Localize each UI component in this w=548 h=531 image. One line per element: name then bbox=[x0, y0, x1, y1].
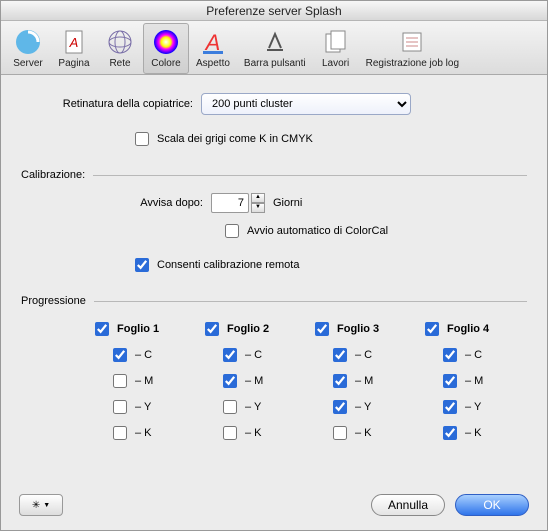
divider bbox=[93, 175, 527, 176]
window-title: Preferenze server Splash bbox=[1, 1, 547, 21]
warn-after-label: Avvisa dopo: bbox=[31, 197, 211, 209]
gear-icon: ✳︎ bbox=[32, 500, 40, 511]
chevron-down-icon[interactable]: ▼ bbox=[251, 203, 265, 213]
channel-label: – Y bbox=[135, 401, 151, 413]
sheet-3-checkbox[interactable] bbox=[315, 322, 329, 336]
sheet-1-k-checkbox[interactable] bbox=[113, 426, 127, 440]
channel-label: – M bbox=[245, 375, 263, 387]
sheet-2-m-checkbox[interactable] bbox=[223, 374, 237, 388]
channel-label: – C bbox=[355, 349, 372, 361]
progression-header: Progressione bbox=[21, 295, 86, 307]
toolbar-label: Lavori bbox=[322, 58, 349, 69]
toolbar-item-pagina[interactable]: A Pagina bbox=[51, 23, 97, 74]
grayscale-as-k-label: Scala dei grigi come K in CMYK bbox=[157, 133, 313, 145]
channel-label: – K bbox=[135, 427, 152, 439]
lavori-icon bbox=[320, 26, 352, 58]
retinatura-select[interactable]: 200 punti cluster bbox=[201, 93, 411, 115]
sheet-3-c-checkbox[interactable] bbox=[333, 348, 347, 362]
server-icon bbox=[12, 26, 44, 58]
reglog-icon bbox=[396, 26, 428, 58]
sheet-3-label: Foglio 3 bbox=[337, 323, 379, 335]
sheet-4-m-checkbox[interactable] bbox=[443, 374, 457, 388]
sheet-2-checkbox[interactable] bbox=[205, 322, 219, 336]
toolbar-label: Aspetto bbox=[196, 58, 230, 69]
sheet-3-k-checkbox[interactable] bbox=[333, 426, 347, 440]
channel-label: – Y bbox=[465, 401, 481, 413]
warn-after-stepper[interactable]: ▲ ▼ bbox=[251, 193, 265, 213]
toolbar-item-barra[interactable]: Barra pulsanti bbox=[237, 23, 313, 74]
progression-grid: Foglio 1 Foglio 2 Foglio 3 Foglio 4 – C – C – … bbox=[91, 319, 517, 443]
rete-icon bbox=[104, 26, 136, 58]
aspetto-icon: A bbox=[197, 26, 229, 58]
toolbar-item-reglog[interactable]: Registrazione job log bbox=[359, 23, 466, 74]
sheet-3-y-checkbox[interactable] bbox=[333, 400, 347, 414]
pagina-icon: A bbox=[58, 26, 90, 58]
channel-label: – Y bbox=[245, 401, 261, 413]
sheet-2-label: Foglio 2 bbox=[227, 323, 269, 335]
grayscale-as-k-checkbox[interactable] bbox=[135, 132, 149, 146]
sheet-1-checkbox[interactable] bbox=[95, 322, 109, 336]
chevron-down-icon: ▼ bbox=[43, 502, 50, 509]
toolbar-label: Colore bbox=[151, 58, 180, 69]
divider bbox=[94, 301, 527, 302]
sheet-1-y-checkbox[interactable] bbox=[113, 400, 127, 414]
toolbar-label: Rete bbox=[109, 58, 130, 69]
channel-label: – M bbox=[355, 375, 373, 387]
svg-text:A: A bbox=[69, 35, 79, 50]
auto-colorcal-checkbox[interactable] bbox=[225, 224, 239, 238]
channel-label: – C bbox=[465, 349, 482, 361]
warn-after-unit: Giorni bbox=[273, 197, 302, 209]
channel-label: – M bbox=[465, 375, 483, 387]
sheet-1-label: Foglio 1 bbox=[117, 323, 159, 335]
channel-label: – K bbox=[355, 427, 372, 439]
sheet-3-m-checkbox[interactable] bbox=[333, 374, 347, 388]
ok-button[interactable]: OK bbox=[455, 494, 529, 516]
retinatura-label: Retinatura della copiatrice: bbox=[31, 98, 201, 110]
sheet-2-k-checkbox[interactable] bbox=[223, 426, 237, 440]
toolbar: ServerAPaginaReteColoreAAspettoBarra pul… bbox=[1, 21, 547, 75]
sheet-1-c-checkbox[interactable] bbox=[113, 348, 127, 362]
calibration-header: Calibrazione: bbox=[21, 169, 85, 181]
toolbar-item-server[interactable]: Server bbox=[5, 23, 51, 74]
auto-colorcal-label: Avvio automatico di ColorCal bbox=[247, 225, 388, 237]
toolbar-label: Barra pulsanti bbox=[244, 58, 306, 69]
toolbar-label: Pagina bbox=[58, 58, 89, 69]
sheet-1-m-checkbox[interactable] bbox=[113, 374, 127, 388]
warn-after-input[interactable] bbox=[211, 193, 249, 213]
channel-label: – M bbox=[135, 375, 153, 387]
sheet-2-c-checkbox[interactable] bbox=[223, 348, 237, 362]
channel-label: – K bbox=[245, 427, 262, 439]
remote-calibration-checkbox[interactable] bbox=[135, 258, 149, 272]
toolbar-item-rete[interactable]: Rete bbox=[97, 23, 143, 74]
channel-label: – K bbox=[465, 427, 482, 439]
toolbar-label: Registrazione job log bbox=[366, 58, 459, 69]
toolbar-item-aspetto[interactable]: AAspetto bbox=[189, 23, 237, 74]
sheet-4-k-checkbox[interactable] bbox=[443, 426, 457, 440]
channel-label: – C bbox=[245, 349, 262, 361]
remote-calibration-label: Consenti calibrazione remota bbox=[157, 259, 299, 271]
toolbar-label: Server bbox=[13, 58, 42, 69]
cancel-button[interactable]: Annulla bbox=[371, 494, 445, 516]
colore-icon bbox=[150, 26, 182, 58]
chevron-up-icon[interactable]: ▲ bbox=[251, 193, 265, 203]
sheet-4-checkbox[interactable] bbox=[425, 322, 439, 336]
channel-label: – Y bbox=[355, 401, 371, 413]
toolbar-item-colore[interactable]: Colore bbox=[143, 23, 189, 74]
sheet-4-c-checkbox[interactable] bbox=[443, 348, 457, 362]
gear-menu-button[interactable]: ✳︎ ▼ bbox=[19, 494, 63, 516]
sheet-2-y-checkbox[interactable] bbox=[223, 400, 237, 414]
toolbar-item-lavori[interactable]: Lavori bbox=[313, 23, 359, 74]
barra-icon bbox=[259, 26, 291, 58]
channel-label: – C bbox=[135, 349, 152, 361]
sheet-4-y-checkbox[interactable] bbox=[443, 400, 457, 414]
sheet-4-label: Foglio 4 bbox=[447, 323, 489, 335]
